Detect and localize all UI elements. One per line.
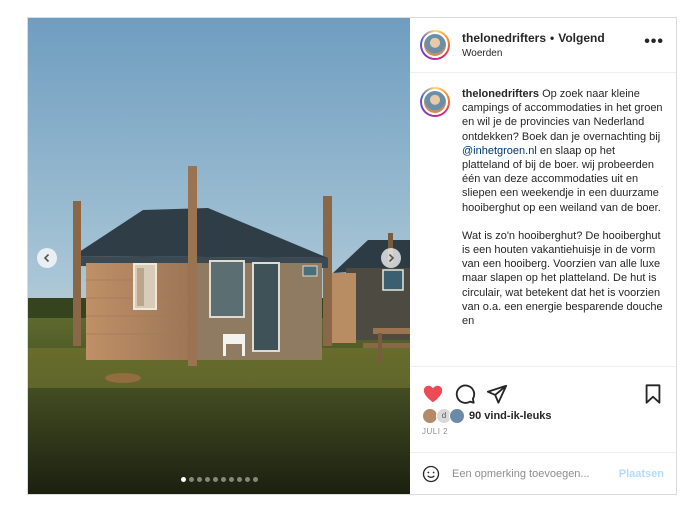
share-icon[interactable] — [486, 383, 508, 405]
separator-dot: • — [550, 31, 555, 45]
chevron-left-icon — [43, 253, 50, 263]
carousel-dot — [180, 477, 186, 482]
following-button[interactable]: Volgend — [558, 31, 604, 45]
mention-link[interactable]: @inhetgroen.nl — [462, 145, 537, 157]
more-options-icon[interactable]: ••• — [644, 33, 664, 51]
carousel-dot — [220, 477, 226, 482]
likes-row: d 90 vind-ik-leuks — [410, 408, 676, 424]
carousel-dot — [204, 477, 210, 482]
carousel-dot — [188, 477, 194, 482]
carousel-dot — [212, 477, 218, 482]
liker-avatar[interactable] — [449, 408, 465, 424]
location-link[interactable]: Woerden — [462, 48, 644, 59]
carousel-next-button[interactable] — [381, 248, 401, 268]
chevron-right-icon — [388, 253, 395, 263]
post-comment-button[interactable]: Plaatsen — [619, 468, 664, 480]
carousel-dots — [28, 477, 410, 482]
post-sidebar: thelonedrifters • Volgend Woerden ••• th… — [410, 18, 676, 494]
carousel-dot — [252, 477, 258, 482]
carousel-dot — [196, 477, 202, 482]
caption-text: thelonedrifters Op zoek naar kleine camp… — [462, 87, 664, 366]
caption-paragraph-2: Wat is zo'n hooiberghut? De hooiberghut … — [462, 229, 663, 328]
post-header: thelonedrifters • Volgend Woerden ••• — [410, 18, 676, 73]
carousel-dot — [228, 477, 234, 482]
comment-input[interactable] — [450, 466, 619, 481]
bookmark-icon[interactable] — [642, 383, 664, 405]
carousel-dot — [244, 477, 250, 482]
likes-count[interactable]: 90 vind-ik-leuks — [469, 410, 552, 422]
comment-icon[interactable] — [454, 383, 476, 405]
instagram-post: thelonedrifters • Volgend Woerden ••• th… — [27, 17, 677, 495]
heart-filled-icon[interactable] — [422, 383, 444, 405]
comment-box: Plaatsen — [410, 452, 676, 494]
caption-username[interactable]: thelonedrifters — [462, 88, 539, 100]
username-link[interactable]: thelonedrifters — [462, 31, 546, 45]
post-photo — [28, 18, 410, 494]
post-media-carousel[interactable] — [28, 18, 410, 494]
caption-avatar[interactable] — [420, 87, 450, 117]
post-date[interactable]: JULI 2 — [410, 424, 676, 436]
emoji-icon[interactable] — [422, 465, 440, 483]
carousel-prev-button[interactable] — [37, 248, 57, 268]
action-bar — [410, 366, 676, 414]
caption-area: thelonedrifters Op zoek naar kleine camp… — [410, 73, 676, 366]
avatar[interactable] — [420, 30, 450, 60]
carousel-dot — [236, 477, 242, 482]
